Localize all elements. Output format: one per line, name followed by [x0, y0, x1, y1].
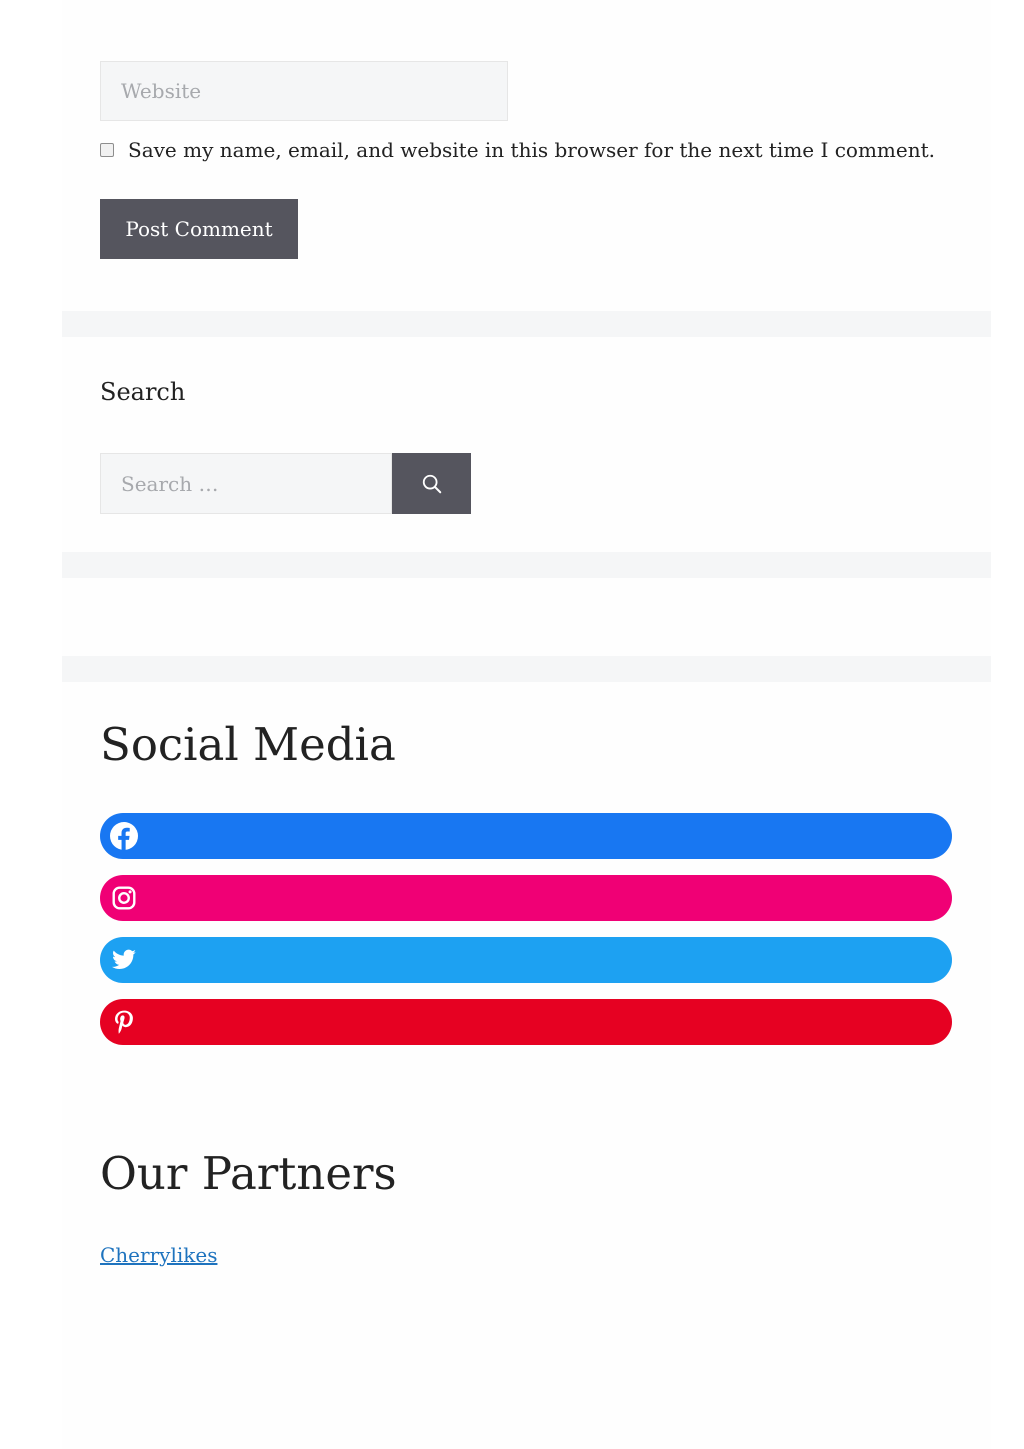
partner-link-cherrylikes[interactable]: Cherrylikes	[100, 1243, 217, 1267]
section-separator	[62, 552, 991, 578]
twitter-icon	[112, 949, 136, 970]
pinterest-icon	[115, 1010, 133, 1034]
our-partners-heading: Our Partners	[100, 1147, 397, 1200]
search-input[interactable]	[100, 453, 392, 514]
instagram-icon	[112, 886, 136, 910]
search-widget-panel	[62, 337, 991, 552]
facebook-link[interactable]	[100, 813, 952, 859]
twitter-link[interactable]	[100, 937, 952, 983]
website-field[interactable]	[100, 61, 508, 121]
post-comment-button[interactable]: Post Comment	[100, 199, 298, 259]
instagram-link[interactable]	[100, 875, 952, 921]
search-widget-heading: Search	[100, 378, 186, 406]
cookie-consent-label[interactable]: Save my name, email, and website in this…	[128, 138, 935, 162]
cookie-consent-checkbox[interactable]	[100, 143, 114, 157]
facebook-icon	[110, 822, 138, 850]
search-icon	[422, 474, 441, 493]
social-media-heading: Social Media	[100, 718, 396, 771]
cookie-consent-row: Save my name, email, and website in this…	[100, 138, 935, 162]
section-separator	[62, 656, 991, 682]
search-submit-button[interactable]	[392, 453, 471, 514]
sidebar-widgets-panel	[62, 682, 991, 1449]
empty-widget-panel	[62, 578, 991, 656]
pinterest-link[interactable]	[100, 999, 952, 1045]
section-separator	[62, 311, 991, 337]
